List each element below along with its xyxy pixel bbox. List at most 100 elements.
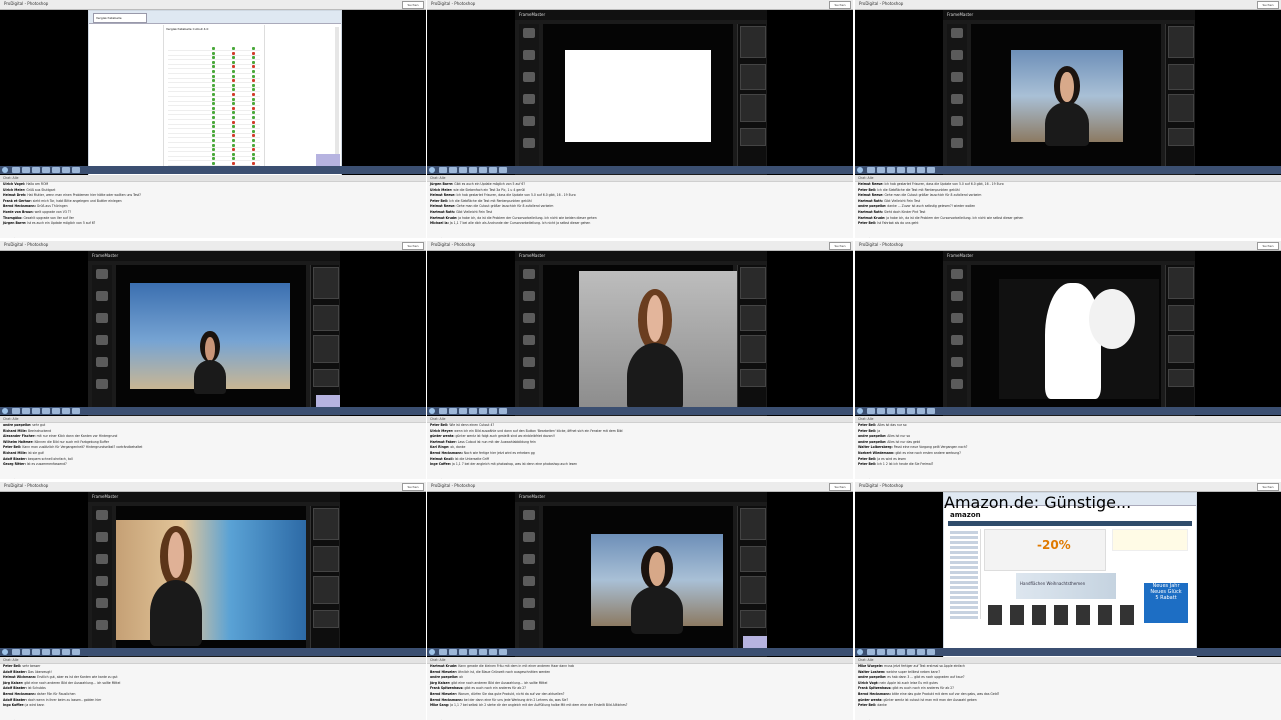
editor-panel-section[interactable] (1168, 94, 1194, 122)
editor-tool-button[interactable] (96, 532, 108, 542)
taskbar-app-icon[interactable] (459, 167, 467, 173)
editor-panel-section[interactable] (740, 369, 766, 387)
editor-tool-button[interactable] (523, 357, 535, 367)
product-thumbnail[interactable] (1076, 605, 1090, 625)
taskbar-app-icon[interactable] (52, 408, 60, 414)
sidebar-item[interactable] (950, 551, 978, 554)
browser-tab[interactable]: Vergleichstabelle (93, 13, 147, 23)
editor-panel-section[interactable] (313, 267, 339, 299)
search-button[interactable]: Suchen (1257, 242, 1279, 250)
editor-panel-section[interactable] (1168, 369, 1194, 387)
taskbar-app-icon[interactable] (62, 167, 70, 173)
taskbar-app-icon[interactable] (22, 649, 30, 655)
sidebar-item[interactable] (950, 581, 978, 584)
editor-panel-section[interactable] (1168, 128, 1194, 146)
taskbar-app-icon[interactable] (449, 649, 457, 655)
start-button-icon[interactable] (429, 167, 435, 173)
editor-tool-button[interactable] (96, 576, 108, 586)
start-button-icon[interactable] (2, 649, 8, 655)
editor-tool-button[interactable] (951, 94, 963, 104)
browser-scrollbar[interactable] (335, 27, 339, 167)
taskbar-app-icon[interactable] (877, 167, 885, 173)
editor-panel-section[interactable] (740, 610, 766, 628)
editor-tool-button[interactable] (523, 94, 535, 104)
editor-tool-button[interactable] (96, 620, 108, 630)
editor-canvas[interactable] (543, 265, 751, 413)
editor-canvas[interactable] (116, 506, 306, 654)
editor-tool-button[interactable] (523, 269, 535, 279)
editor-tool-button[interactable] (951, 357, 963, 367)
editor-tool-button[interactable] (951, 28, 963, 38)
taskbar-app-icon[interactable] (12, 167, 20, 173)
editor-tool-button[interactable] (951, 335, 963, 345)
sidebar-item[interactable] (950, 606, 978, 609)
product-thumbnail[interactable] (1120, 605, 1134, 625)
taskbar-app-icon[interactable] (439, 649, 447, 655)
editor-tool-button[interactable] (523, 313, 535, 323)
taskbar-app-icon[interactable] (887, 408, 895, 414)
taskbar-app-icon[interactable] (439, 167, 447, 173)
editor-tool-button[interactable] (96, 357, 108, 367)
taskbar-app-icon[interactable] (32, 408, 40, 414)
taskbar-app-icon[interactable] (72, 408, 80, 414)
editor-tool-button[interactable] (523, 510, 535, 520)
sidebar-item[interactable] (950, 541, 978, 544)
taskbar-app-icon[interactable] (867, 167, 875, 173)
editor-tool-button[interactable] (523, 554, 535, 564)
new-year-banner[interactable]: Neues Jahr Neues Glück 5 Rabatt (1144, 583, 1188, 623)
sidebar-item[interactable] (950, 561, 978, 564)
search-button[interactable]: Suchen (402, 483, 424, 491)
sidebar-item[interactable] (950, 601, 978, 604)
editor-tool-button[interactable] (951, 72, 963, 82)
taskbar-app-icon[interactable] (12, 408, 20, 414)
taskbar-app-icon[interactable] (439, 408, 447, 414)
taskbar-app-icon[interactable] (917, 408, 925, 414)
taskbar-app-icon[interactable] (489, 408, 497, 414)
search-button[interactable]: Suchen (402, 242, 424, 250)
editor-tool-button[interactable] (96, 313, 108, 323)
sidebar-item[interactable] (950, 536, 978, 539)
editor-tool-button[interactable] (96, 291, 108, 301)
taskbar-app-icon[interactable] (867, 408, 875, 414)
taskbar-app-icon[interactable] (877, 649, 885, 655)
start-button-icon[interactable] (857, 649, 863, 655)
taskbar-app-icon[interactable] (867, 649, 875, 655)
taskbar-app-icon[interactable] (12, 649, 20, 655)
editor-panel-section[interactable] (740, 546, 766, 572)
editor-tool-button[interactable] (96, 335, 108, 345)
editor-tool-button[interactable] (951, 379, 963, 389)
taskbar-app-icon[interactable] (907, 167, 915, 173)
start-button-icon[interactable] (2, 408, 8, 414)
taskbar-app-icon[interactable] (459, 408, 467, 414)
editor-panel-section[interactable] (740, 26, 766, 58)
search-button[interactable]: Suchen (829, 1, 851, 9)
sidebar-item[interactable] (950, 596, 978, 599)
start-button-icon[interactable] (2, 167, 8, 173)
taskbar-app-icon[interactable] (469, 408, 477, 414)
editor-tool-button[interactable] (523, 532, 535, 542)
editor-tool-button[interactable] (951, 291, 963, 301)
editor-tool-button[interactable] (523, 379, 535, 389)
editor-tool-button[interactable] (523, 116, 535, 126)
search-button[interactable]: Suchen (1257, 1, 1279, 9)
editor-tool-button[interactable] (523, 28, 535, 38)
editor-panel-section[interactable] (740, 267, 766, 299)
taskbar-app-icon[interactable] (449, 167, 457, 173)
taskbar-app-icon[interactable] (449, 408, 457, 414)
editor-panel-section[interactable] (740, 94, 766, 122)
taskbar-app-icon[interactable] (479, 167, 487, 173)
search-button[interactable]: Suchen (829, 242, 851, 250)
editor-panel-section[interactable] (313, 508, 339, 540)
taskbar-app-icon[interactable] (499, 649, 507, 655)
promo-box[interactable] (1112, 529, 1188, 551)
product-thumbnail[interactable] (1054, 605, 1068, 625)
search-button[interactable]: Suchen (829, 483, 851, 491)
taskbar-app-icon[interactable] (499, 167, 507, 173)
taskbar-app-icon[interactable] (32, 167, 40, 173)
search-button[interactable]: Suchen (402, 1, 424, 9)
taskbar-app-icon[interactable] (917, 167, 925, 173)
taskbar-app-icon[interactable] (897, 649, 905, 655)
start-button-icon[interactable] (429, 408, 435, 414)
taskbar-app-icon[interactable] (72, 167, 80, 173)
taskbar-app-icon[interactable] (42, 167, 50, 173)
